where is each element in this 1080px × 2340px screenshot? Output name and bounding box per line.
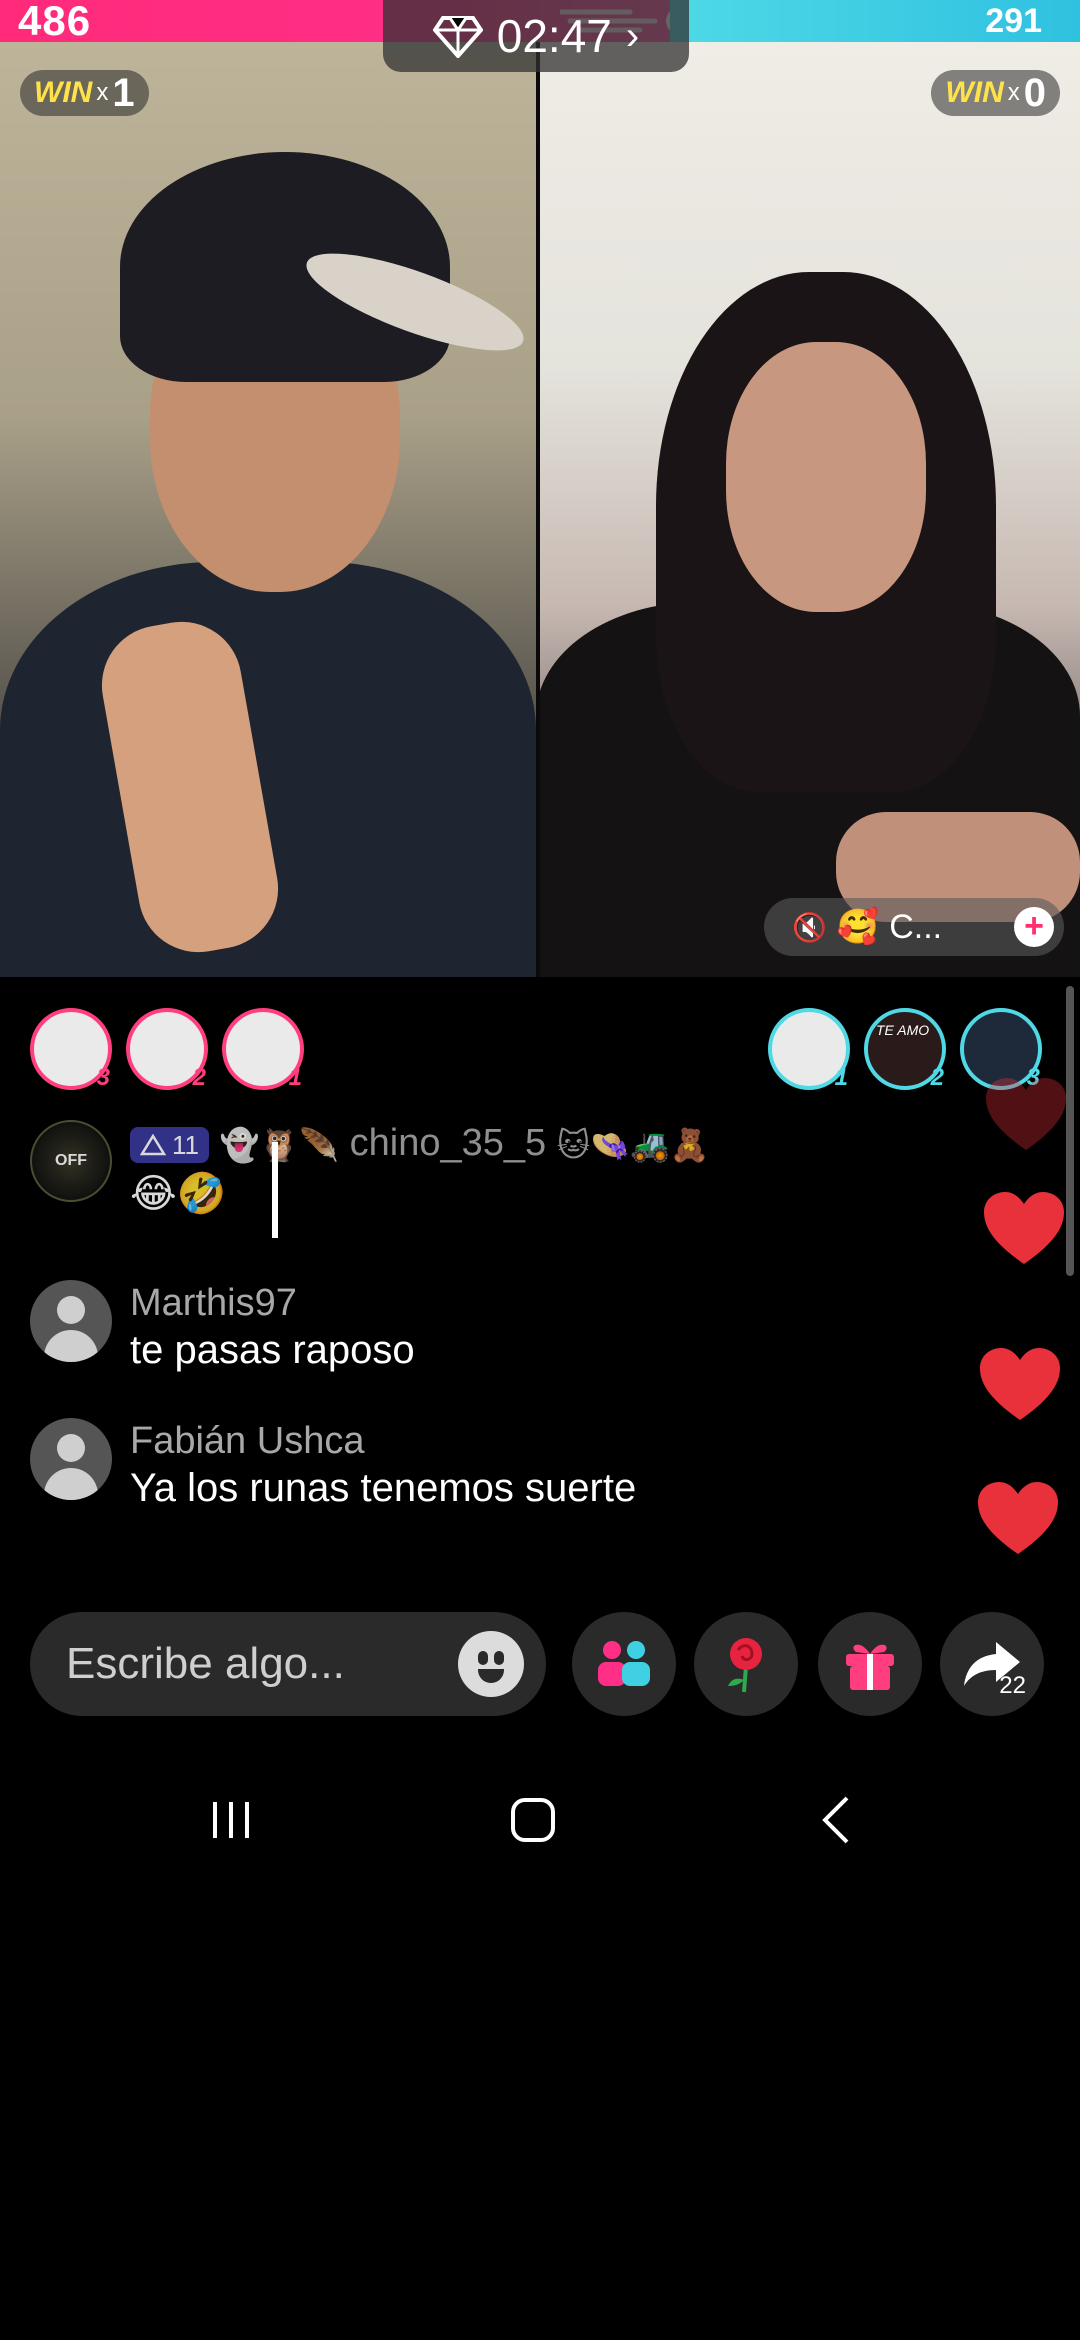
- diamond-trophy-icon: [432, 16, 483, 58]
- smiley-icon[interactable]: [458, 1631, 524, 1697]
- win-count: 1: [112, 70, 135, 115]
- avatar[interactable]: OFF: [30, 1120, 112, 1202]
- avatar-text: OFF: [55, 1152, 87, 1169]
- recents-button[interactable]: [176, 1770, 286, 1870]
- gifter-rank: 2: [192, 1064, 206, 1091]
- gifter-avatar[interactable]: 2: [126, 1008, 208, 1091]
- right-score: 291: [985, 2, 1042, 40]
- heart-icon: [984, 1076, 1068, 1152]
- guest-name: C...: [889, 907, 943, 946]
- comments-scrollbar[interactable]: [1066, 986, 1074, 1276]
- guests-button[interactable]: [572, 1612, 676, 1716]
- guests-icon: [598, 1641, 650, 1686]
- heart-icon: [978, 1346, 1062, 1422]
- guest-video[interactable]: WIN x 0 🔇 🥰 C... +: [536, 42, 1080, 977]
- host-win-badge: WIN x 1: [20, 70, 149, 116]
- win-label: WIN: [34, 76, 93, 109]
- follow-guest-button[interactable]: +: [1014, 907, 1054, 947]
- comment-text: 😂🤣: [130, 1171, 227, 1216]
- guest-info-pill[interactable]: 🔇 🥰 C... +: [764, 898, 1064, 956]
- comment-input[interactable]: Escribe algo...: [30, 1612, 546, 1716]
- avatar[interactable]: [30, 1417, 112, 1500]
- back-icon: [822, 1796, 849, 1844]
- win-x: x: [1007, 79, 1020, 106]
- gifter-rank: 1: [288, 1064, 302, 1091]
- gifter-avatar[interactable]: TE AMO 2: [864, 1008, 946, 1091]
- home-icon: [511, 1798, 555, 1842]
- timer-text: 02:47: [496, 10, 612, 62]
- recents-icon: [213, 1802, 249, 1838]
- rose-icon: [728, 1638, 762, 1693]
- comment-text: te pasas raposo: [130, 1327, 415, 1372]
- back-button[interactable]: [784, 1770, 894, 1870]
- comment-placeholder: Escribe algo...: [66, 1639, 345, 1688]
- live-comments: OFF 11 👻🦉🪶 chino_35_5 🐱👒🚜🧸 😂🤣 Marthis97 …: [30, 1120, 970, 1512]
- guest-emoji: 🥰: [836, 908, 880, 946]
- comment-item[interactable]: Marthis97 te pasas raposo: [30, 1279, 970, 1374]
- share-count: 22: [999, 1672, 1026, 1699]
- rose-gift-button[interactable]: [694, 1612, 798, 1716]
- guest-win-badge: WIN x 0: [931, 70, 1060, 116]
- gifter-avatar[interactable]: 1: [768, 1008, 850, 1091]
- left-score: 486: [18, 0, 92, 44]
- guest-figure-face: [726, 342, 926, 612]
- comment-text: Ya los runas tenemos suerte: [130, 1465, 637, 1510]
- battle-video-area: WIN x 1 WIN x 0 🔇 🥰 C... +: [0, 42, 1080, 977]
- right-score-fill: 291: [670, 0, 1080, 42]
- video-divider: [536, 42, 540, 977]
- level-badge: 11: [130, 1126, 209, 1163]
- win-count: 0: [1023, 70, 1046, 115]
- heart-icon: [976, 1480, 1060, 1556]
- share-button[interactable]: 22: [940, 1612, 1044, 1716]
- avatar[interactable]: [30, 1279, 112, 1362]
- user-badges: 👻🦉🪶: [219, 1126, 340, 1163]
- comment-item[interactable]: Fabián Ushca Ya los runas tenemos suerte: [30, 1417, 970, 1512]
- comment-username[interactable]: Fabián Ushca: [130, 1418, 636, 1464]
- gifter-avatar-text: TE AMO: [876, 1022, 930, 1038]
- gift-button[interactable]: [818, 1612, 922, 1716]
- host-top-gifters: 3 2 1: [30, 1008, 304, 1098]
- battle-timer[interactable]: 02:47 ›: [383, 0, 689, 72]
- chevron-right-icon: ›: [625, 13, 640, 58]
- system-navigation-bar: [0, 1770, 1080, 1870]
- gifter-avatar[interactable]: 3: [30, 1008, 112, 1091]
- heart-icon: [982, 1190, 1066, 1266]
- speaker-mute-icon[interactable]: 🔇: [792, 911, 827, 944]
- text-cursor: [272, 1142, 278, 1238]
- level-triangle-icon: [140, 1133, 166, 1156]
- gifter-avatar[interactable]: 1: [222, 1008, 304, 1091]
- gifter-rank: 3: [96, 1064, 110, 1091]
- home-button[interactable]: [478, 1770, 588, 1870]
- comment-username[interactable]: chino_35_5: [350, 1122, 547, 1164]
- comment-username[interactable]: Marthis97: [130, 1280, 415, 1326]
- win-label: WIN: [945, 76, 1004, 109]
- user-trail-badges: 🐱👒🚜🧸: [556, 1126, 710, 1163]
- gift-icon: [846, 1644, 894, 1690]
- win-x: x: [96, 79, 109, 106]
- host-video[interactable]: WIN x 1: [0, 42, 536, 977]
- gifter-rank: 2: [930, 1064, 944, 1091]
- level-number: 11: [172, 1129, 199, 1160]
- comment-item[interactable]: OFF 11 👻🦉🪶 chino_35_5 🐱👒🚜🧸 😂🤣: [30, 1120, 970, 1220]
- gifter-rank: 1: [834, 1064, 848, 1091]
